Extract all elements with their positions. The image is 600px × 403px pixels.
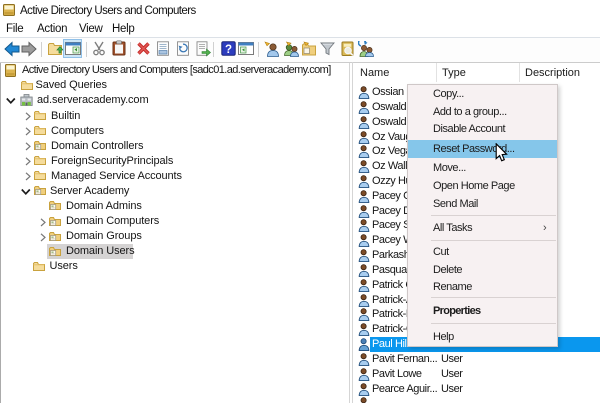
svg-text:?: ? — [225, 44, 232, 56]
